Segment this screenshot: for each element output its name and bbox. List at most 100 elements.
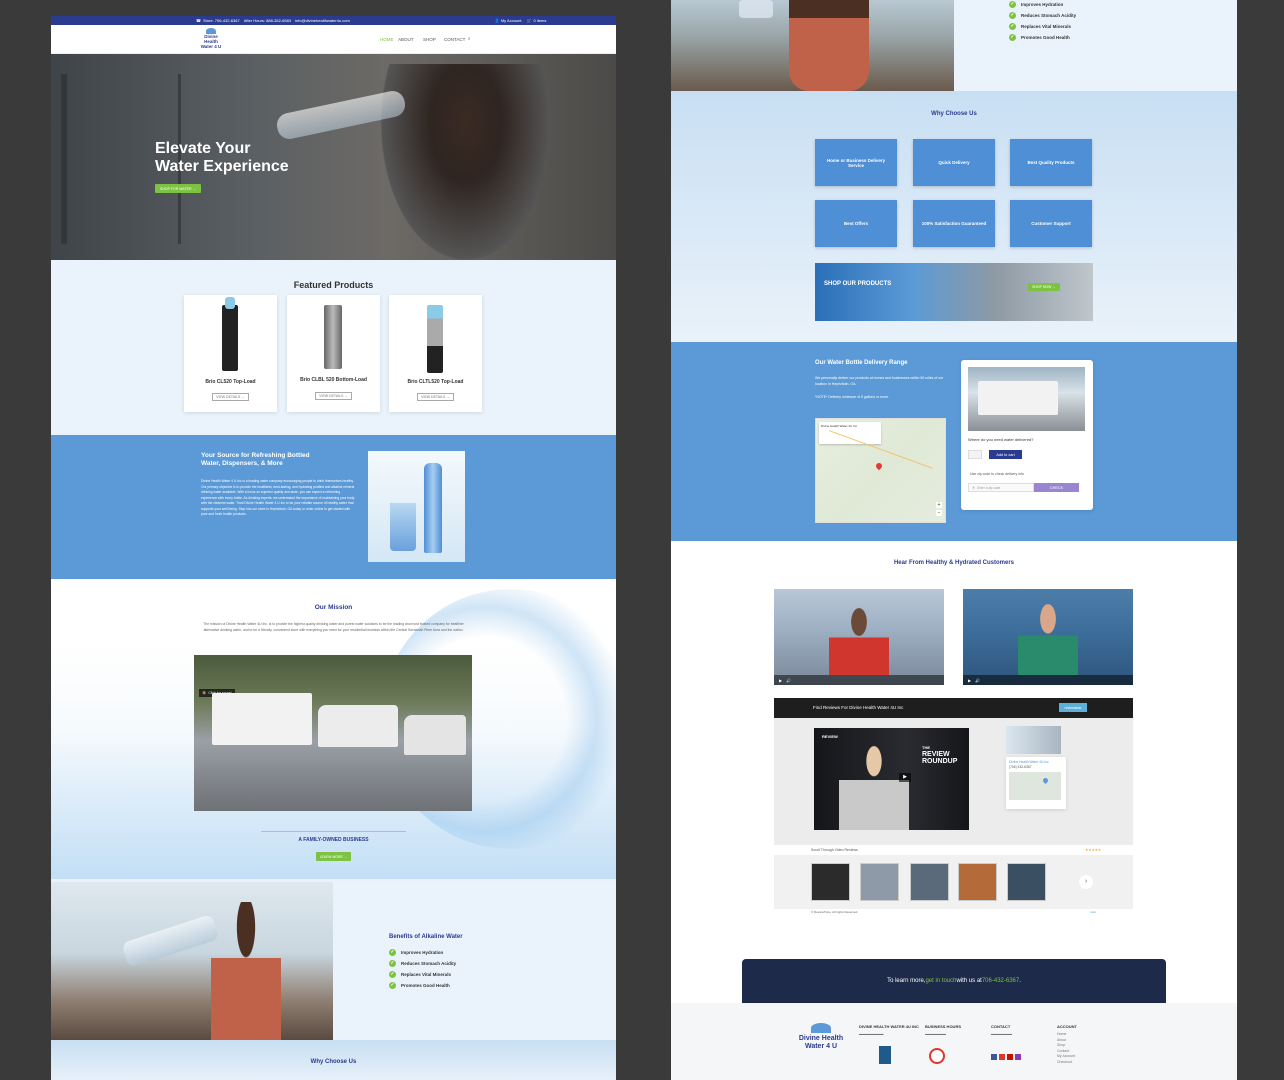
- check-icon: ✓: [1009, 12, 1016, 19]
- testimonials-title: Hear From Healthy & Hydrated Customers: [893, 560, 1015, 566]
- mission-section: Our Mission The mission of Divine Health…: [51, 579, 616, 882]
- source-title: Your Source for Refreshing Bottled Water…: [201, 452, 310, 467]
- tumbler-graphic: [739, 0, 773, 18]
- play-button-icon[interactable]: ▶: [899, 773, 911, 782]
- instagram-icon[interactable]: [1015, 1053, 1021, 1060]
- video-controls[interactable]: ▶ 🔊: [963, 675, 1133, 685]
- view-details-button[interactable]: VIEW DETAILS →: [417, 393, 454, 401]
- top-info-bar: ☎ Store: 706-432-6367 After Hours: 888-3…: [51, 16, 616, 25]
- review-thumb[interactable]: [860, 863, 899, 901]
- review-thumb[interactable]: [958, 863, 997, 901]
- featured-title: Featured Products: [293, 280, 374, 290]
- mini-map[interactable]: [1009, 772, 1061, 800]
- nav-home[interactable]: HOME: [380, 37, 394, 42]
- award-badge-icon: [929, 1047, 945, 1064]
- benefits-list-top: ✓ Improves Hydration ✓ Reduces Stomach Aci…: [1009, 0, 1076, 43]
- footer-logo[interactable]: Divine Health Water 4 U: [793, 1023, 849, 1071]
- email-link[interactable]: info@divinehealthwater4u.com: [295, 18, 350, 23]
- benefits-title: Benefits of Alkaline Water: [389, 934, 463, 940]
- facebook-icon[interactable]: [991, 1053, 997, 1060]
- benefit-item: ✓ Replaces Vital Minerals: [1009, 23, 1071, 30]
- shop-water-button[interactable]: SHOP FOR WATER →: [155, 184, 201, 193]
- site-logo[interactable]: Divine Health Water 4 U: [197, 28, 225, 50]
- dispenser-steel-graphic: [324, 305, 342, 369]
- get-in-touch-link[interactable]: get in touch: [925, 978, 956, 984]
- why-title: Why Choose Us: [931, 111, 977, 117]
- play-icon[interactable]: ▶: [779, 678, 782, 683]
- mission-video[interactable]: 🔇 Click for sound: [194, 655, 472, 811]
- play-icon[interactable]: ▶: [968, 678, 971, 683]
- footer-link[interactable]: My Account: [1057, 1054, 1077, 1060]
- hero-section: Elevate Your Water Experience SHOP FOR W…: [51, 54, 616, 260]
- reviews-bar-title: Find Reviews For Divine Health Water 4U …: [813, 705, 904, 710]
- woman-figure: [789, 0, 869, 91]
- truck-graphic: [212, 693, 312, 745]
- add-to-cart-button[interactable]: Add to cart: [989, 450, 1022, 459]
- benefit-item: ✓ Reduces Stomach Acidity: [1009, 12, 1077, 19]
- learn-more-button[interactable]: LEARN MORE →: [316, 852, 351, 861]
- contact-strip-area: To learn more, get in touch with us at 7…: [671, 941, 1237, 1003]
- benefit-item: ✓ Improves Hydration: [1009, 1, 1064, 8]
- delivery-map[interactable]: Divine Health Water 4U Inc + −: [815, 418, 946, 523]
- source-section: Your Source for Refreshing Bottled Water…: [51, 435, 616, 579]
- review-thumb[interactable]: [811, 863, 850, 901]
- video-controls[interactable]: ▶ 🔊: [774, 675, 944, 685]
- cart-icon: 🛒: [526, 18, 532, 23]
- check-icon: ✓: [389, 949, 396, 956]
- benefits-list: ✓ Improves Hydration ✓ Reduces Stomach Aci…: [389, 947, 456, 991]
- shop-products-banner[interactable]: SHOP OUR PRODUCTS SHOP NOW →: [815, 263, 1093, 321]
- delivery-title: Our Water Bottle Delivery Range: [815, 360, 908, 366]
- product-card-1[interactable]: Brio CL520 Top-Load VIEW DETAILS →: [184, 295, 277, 412]
- google-icon[interactable]: [999, 1053, 1005, 1060]
- nav-shop[interactable]: SHOP: [423, 37, 436, 42]
- zip-input[interactable]: ⦿ Enter a zip code: [968, 483, 1034, 492]
- nav-contact[interactable]: CONTACT: [444, 37, 465, 42]
- review-thumb[interactable]: [910, 863, 949, 901]
- review-roundup-video[interactable]: REVIEW THE REVIEW ROUNDUP ▶: [814, 728, 969, 830]
- dispenser-topload-graphic: [427, 305, 443, 373]
- testimonial-video-1[interactable]: ▶ 🔊: [774, 589, 944, 685]
- cart-link[interactable]: 0 items: [533, 18, 546, 23]
- glass-graphic: [390, 503, 416, 551]
- benefit-item: ✓ Improves Hydration: [389, 949, 444, 956]
- hero-title: Elevate Your Water Experience: [155, 140, 289, 175]
- shop-now-button[interactable]: SHOP NOW →: [1028, 283, 1060, 291]
- yelp-icon[interactable]: [1007, 1053, 1013, 1060]
- nav-about[interactable]: ABOUT: [398, 37, 414, 42]
- store-phone-link[interactable]: Store: 706-432-6367: [203, 18, 240, 23]
- after-hours-link[interactable]: After Hours: 888-352-6583: [244, 18, 291, 23]
- product-card-3[interactable]: Brio CLTL520 Top-Load VIEW DETAILS →: [389, 295, 482, 412]
- delivery-note: *NOTE* Delivery minimum of 5 gallons or …: [815, 395, 890, 399]
- footer-col-account: ACCOUNT Home About Shop Contact My Accou…: [1057, 1024, 1077, 1066]
- review-thumb[interactable]: [1007, 863, 1046, 901]
- page-right-column: ✓ Improves Hydration ✓ Reduces Stomach Aci…: [671, 0, 1237, 1080]
- zoom-in-icon[interactable]: +: [936, 502, 942, 508]
- volume-icon[interactable]: 🔊: [975, 678, 980, 683]
- van-graphic-2: [404, 715, 466, 755]
- testimonial-video-2[interactable]: ▶ 🔊: [963, 589, 1133, 685]
- location-pin-icon: ⦿: [972, 486, 976, 490]
- footer-link[interactable]: Checkout: [1057, 1060, 1077, 1066]
- search-icon[interactable]: ⌕: [468, 36, 471, 41]
- phone-link[interactable]: 706-432-6367: [982, 978, 1019, 984]
- benefit-item: ✓ Reduces Stomach Acidity: [389, 960, 457, 967]
- delivery-body: We personally deliver our products at ho…: [815, 376, 944, 386]
- volume-icon[interactable]: 🔊: [786, 678, 791, 683]
- check-button[interactable]: CHECK: [1034, 483, 1079, 492]
- why-title-preview: Why Choose Us: [310, 1059, 357, 1065]
- mission-title: Our Mission: [314, 604, 353, 611]
- next-arrow-icon[interactable]: ›: [1079, 875, 1093, 889]
- reviews-badge: reviewsbar: [1059, 703, 1087, 712]
- tumbler-graphic: [121, 913, 220, 969]
- product-thumb-image: [1006, 726, 1061, 754]
- shop-banner-label: SHOP OUR PRODUCTS: [824, 281, 892, 287]
- view-details-button[interactable]: VIEW DETAILS →: [212, 393, 249, 401]
- quantity-input[interactable]: [968, 450, 982, 459]
- product-card-2[interactable]: Brio CLBL 520 Bottom-Load VIEW DETAILS →: [287, 295, 380, 412]
- contact-strip: To learn more, get in touch with us at 7…: [742, 959, 1166, 1003]
- map-place-card: Divine Health Water 4U Inc: [819, 422, 881, 444]
- view-details-button[interactable]: VIEW DETAILS →: [315, 392, 352, 400]
- check-icon: ✓: [389, 960, 396, 967]
- my-account-link[interactable]: My Account: [501, 18, 522, 23]
- zoom-out-icon[interactable]: −: [936, 510, 942, 516]
